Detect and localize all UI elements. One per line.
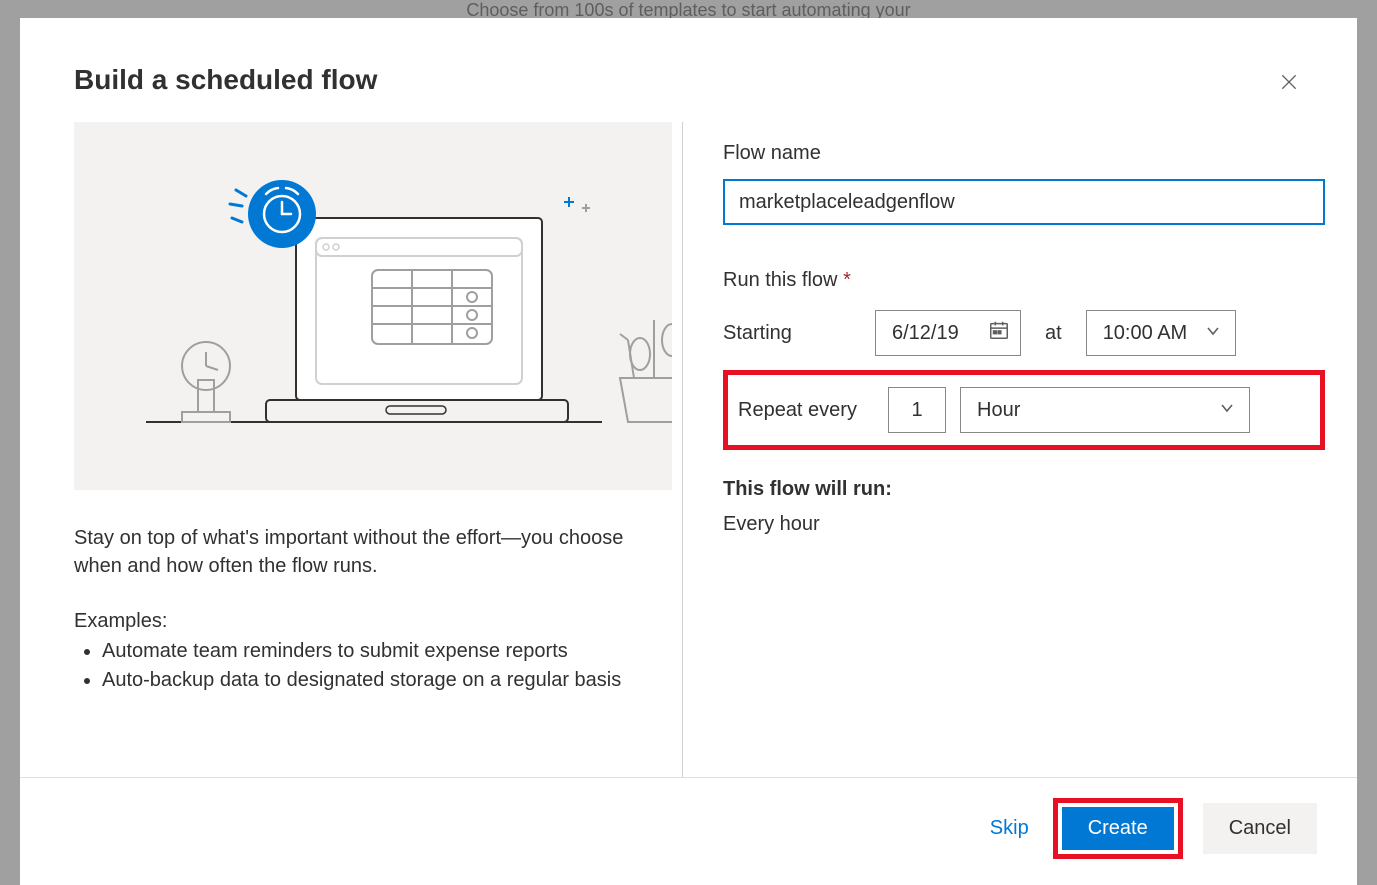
modal-title: Build a scheduled flow	[74, 64, 377, 96]
example-item: Automate team reminders to submit expens…	[102, 637, 642, 666]
starting-row: Starting 6/12/19 at 10	[723, 310, 1325, 356]
chevron-down-icon	[1219, 399, 1235, 422]
repeat-row-highlight: Repeat every Hour	[723, 370, 1325, 450]
examples-label: Examples:	[74, 610, 642, 633]
modal-footer: Skip Create Cancel	[20, 777, 1357, 885]
repeat-unit-select[interactable]: Hour	[960, 387, 1250, 433]
start-date-picker[interactable]: 6/12/19	[875, 310, 1021, 356]
chevron-down-icon	[1205, 322, 1221, 345]
create-button-highlight: Create	[1053, 798, 1183, 859]
at-label: at	[1045, 322, 1062, 345]
right-panel: Flow name Run this flow * Starting 6/12/…	[682, 122, 1325, 777]
skip-button[interactable]: Skip	[986, 809, 1033, 848]
time-value: 10:00 AM	[1103, 322, 1188, 345]
modal-header: Build a scheduled flow	[20, 18, 1357, 98]
modal-body: Stay on top of what's important without …	[20, 98, 1357, 777]
description-text: Stay on top of what's important without …	[74, 524, 642, 580]
start-time-select[interactable]: 10:00 AM	[1086, 310, 1236, 356]
scheduled-flow-modal: Build a scheduled flow	[20, 18, 1357, 885]
flow-name-label: Flow name	[723, 142, 1325, 165]
examples-list: Automate team reminders to submit expens…	[74, 637, 642, 695]
repeat-unit-value: Hour	[977, 399, 1020, 422]
repeat-quantity-input[interactable]	[888, 387, 946, 433]
run-summary-label: This flow will run:	[723, 478, 1325, 501]
close-icon	[1279, 72, 1299, 97]
flow-name-input[interactable]	[723, 179, 1325, 225]
example-item: Auto-backup data to designated storage o…	[102, 666, 642, 695]
starting-label: Starting	[723, 322, 875, 345]
calendar-icon	[988, 319, 1010, 347]
close-button[interactable]	[1275, 70, 1303, 98]
run-summary-value: Every hour	[723, 513, 1325, 536]
schedule-illustration	[74, 122, 672, 490]
create-button[interactable]: Create	[1062, 807, 1174, 850]
cancel-button[interactable]: Cancel	[1203, 803, 1317, 854]
run-flow-label: Run this flow *	[723, 269, 1325, 292]
repeat-label: Repeat every	[738, 399, 888, 422]
date-value: 6/12/19	[892, 322, 959, 345]
left-panel: Stay on top of what's important without …	[74, 122, 682, 777]
